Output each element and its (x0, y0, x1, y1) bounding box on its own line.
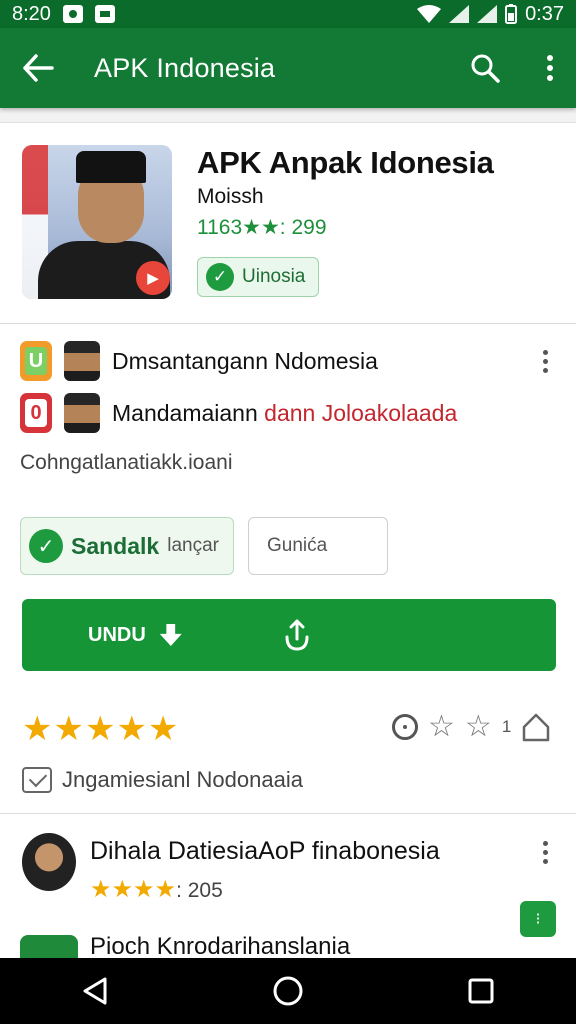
rating-summary: 1163★★: 299 (197, 216, 327, 239)
app-badge-icon: 0 (20, 393, 52, 433)
list-item[interactable]: 0 Mandamaiann dann Joloakolaada (20, 393, 556, 433)
mail-icon (94, 5, 115, 23)
signal-icon (449, 5, 470, 23)
signal-icon-2 (477, 5, 498, 23)
wifi-icon (417, 5, 442, 23)
star-outline-icon[interactable]: ☆ (465, 709, 492, 744)
list-item-label: Mandamaiann dann Joloakolaada (112, 399, 458, 426)
app-bar: APK Indonesia (0, 28, 576, 108)
app-header: ▶ APK Anpak Idonesia Moissh 1163★★: 299 … (22, 145, 562, 305)
installed-sublabel: lançar (167, 535, 219, 556)
more-options-icon[interactable] (543, 349, 556, 373)
check-circle-icon: ✓ (29, 529, 63, 563)
list-item[interactable]: U Dmsantangann Ndomesia (20, 341, 556, 381)
check-icon: ✓ (206, 263, 234, 291)
download-button[interactable]: UNDU (22, 599, 556, 671)
star-count: 1 (501, 716, 512, 736)
status-time-right: 0:37 (525, 2, 564, 25)
rating-stars: ★★★★★ (22, 710, 180, 748)
meta-text: Jngamiesianl Nodonaaia (62, 767, 303, 792)
review-stars: ★★★★: 205 (90, 876, 223, 903)
system-nav-bar (0, 958, 576, 1024)
review-item[interactable]: Pioch Knrodarihanslania (20, 935, 556, 959)
play-badge-icon: ▶ (136, 261, 170, 295)
rate-controls: ☆ ☆ 1 (392, 709, 551, 744)
reviewer-name: Dihala DatiesiaAoP finabonesia (90, 837, 440, 865)
menu-chip-icon[interactable]: ⁝ (520, 901, 556, 937)
back-nav-icon[interactable] (81, 976, 109, 1006)
reviewer-name: Pioch Knrodarihanslania (90, 935, 351, 959)
reviewer-avatar (20, 831, 78, 893)
meta-row: Jngamiesianl Nodonaaia (22, 767, 303, 793)
share-icon (285, 619, 309, 651)
review-item[interactable]: Dihala DatiesiaAoP finabonesia ★★★★: 205 (20, 831, 556, 903)
reviewer-avatar (20, 935, 78, 959)
avatar (64, 393, 100, 433)
battery-icon (505, 4, 518, 24)
status-time-left: 8:20 (12, 2, 51, 25)
search-icon[interactable] (470, 53, 500, 83)
status-bar: 8:20 0:37 (0, 0, 576, 28)
download-button-label: UNDU (88, 623, 146, 646)
app-detail-card: ▶ APK Anpak Idonesia Moissh 1163★★: 299 … (0, 122, 576, 959)
app-icon: ▶ (22, 145, 172, 299)
list-item-label: Dmsantangann Ndomesia (112, 347, 378, 374)
app-badge-icon: U (20, 341, 52, 381)
caption-text: Cohngatlanatiakk.ioani (20, 451, 233, 474)
notification-icon (62, 5, 83, 23)
back-arrow-icon[interactable] (22, 54, 54, 82)
more-options-icon[interactable] (543, 841, 556, 864)
secondary-button[interactable]: Gunića (248, 517, 388, 575)
developer-name[interactable]: Moissh (197, 185, 264, 209)
installed-toggle[interactable]: ✓ Sandalk lançar (20, 517, 234, 575)
star-outline-icon[interactable]: ☆ (428, 709, 455, 744)
review-count: : 205 (176, 879, 223, 902)
recents-nav-icon[interactable] (467, 977, 495, 1005)
download-icon (159, 624, 182, 646)
app-bar-title: APK Indonesia (94, 52, 276, 83)
home-outline-icon[interactable] (521, 712, 551, 742)
avatar-cap (76, 151, 146, 183)
divider (0, 813, 576, 814)
avatar (64, 341, 100, 381)
home-nav-icon[interactable] (272, 975, 304, 1007)
divider (0, 323, 576, 324)
verified-badge-label: Uinosia (242, 266, 306, 287)
app-name: APK Anpak Idonesia (197, 145, 494, 180)
overflow-menu-icon[interactable] (546, 54, 554, 82)
inbox-icon (22, 767, 52, 793)
installed-label: Sandalk (71, 532, 160, 559)
clock-icon[interactable] (392, 713, 418, 740)
verified-badge[interactable]: ✓ Uinosia (197, 257, 319, 297)
